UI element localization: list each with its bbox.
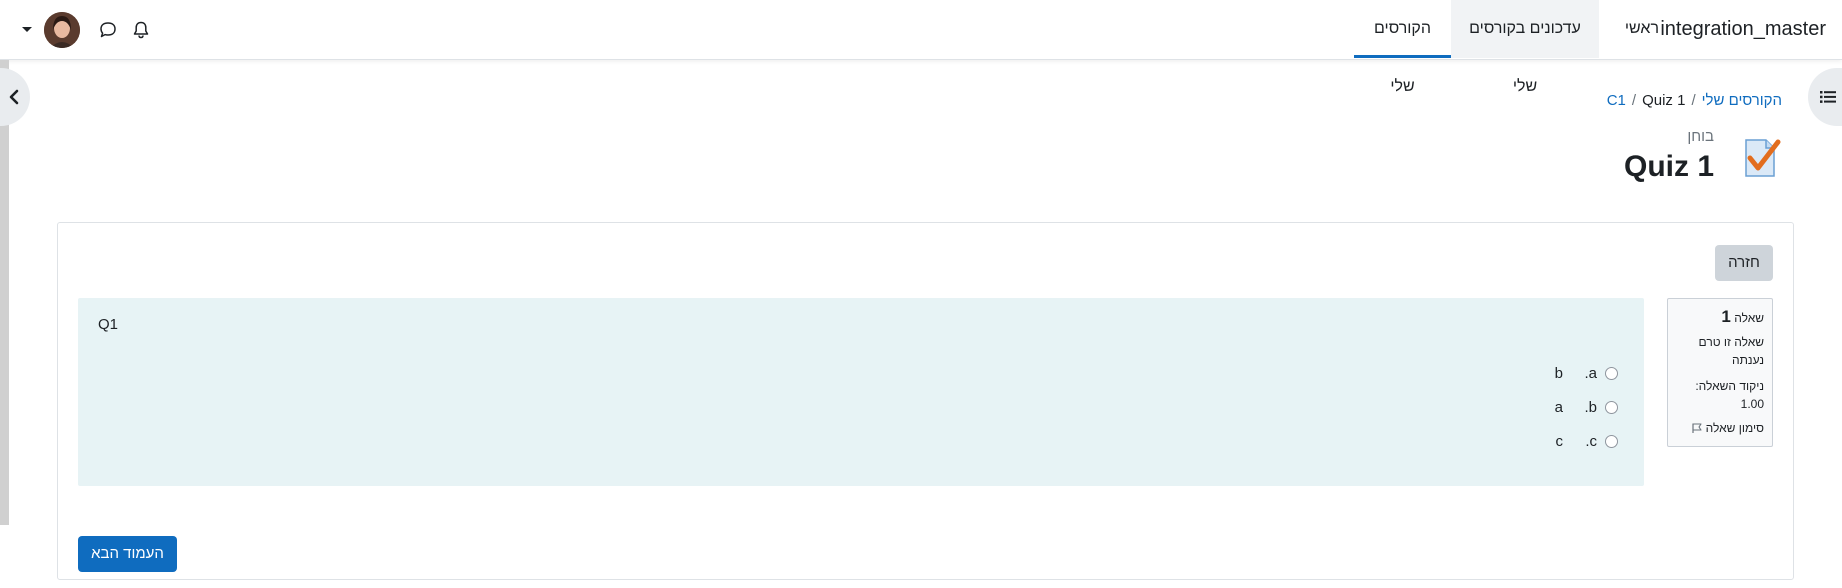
answer-text[interactable]: c — [1556, 433, 1564, 450]
answer-letter: b. — [1584, 398, 1597, 416]
open-course-index-button[interactable] — [1808, 68, 1842, 126]
question-grade-label: ניקוד השאלה: — [1695, 379, 1764, 393]
quiz-icon — [1745, 139, 1781, 177]
chevron-left-icon — [9, 89, 19, 105]
avatar[interactable] — [44, 12, 80, 48]
question-grade: ניקוד השאלה: 1.00 — [1676, 377, 1764, 413]
site-name[interactable]: integration_master — [1660, 0, 1826, 58]
answer-text[interactable]: a — [1555, 399, 1563, 416]
open-block-drawer-button[interactable] — [0, 68, 30, 126]
nav-my-courses[interactable]: הקורסים שלי — [1354, 0, 1451, 95]
question-number-label: שאלה — [1734, 311, 1764, 325]
answer-option[interactable]: b. a — [1555, 397, 1618, 417]
breadcrumb-current: Quiz 1 — [1642, 92, 1686, 109]
question-number-value: 1 — [1721, 307, 1731, 326]
breadcrumb-separator: / — [1631, 92, 1637, 109]
page-title: Quiz 1 — [1623, 150, 1714, 183]
bell-icon[interactable] — [131, 20, 151, 40]
flag-question-toggle[interactable]: סימון שאלה — [1676, 421, 1764, 435]
return-button[interactable]: חזרה — [1715, 245, 1773, 281]
flag-question-label[interactable]: סימון שאלה — [1706, 421, 1764, 435]
messages-icon[interactable] — [98, 20, 118, 40]
question-number: שאלה 1 — [1676, 307, 1764, 327]
breadcrumb-course[interactable]: C1 — [1607, 92, 1626, 109]
flag-icon[interactable] — [1691, 422, 1703, 434]
left-scroll-strip — [0, 60, 9, 525]
list-icon — [1820, 91, 1836, 103]
breadcrumb-separator: / — [1691, 92, 1696, 109]
active-nav-indicator — [1354, 55, 1451, 58]
question-formulation: Q1 a. b b. a c. c — [78, 298, 1644, 486]
next-page-button[interactable]: העמוד הבא — [78, 536, 177, 572]
answer-option[interactable]: a. b — [1555, 363, 1618, 383]
answer-letter: c. — [1585, 432, 1597, 450]
question-grade-value: 1.00 — [1740, 397, 1764, 411]
answer-radio[interactable] — [1605, 366, 1618, 380]
quiz-attempt-card: חזרה שאלה 1 שאלה זו טרם נענתה ניקוד השאל… — [57, 222, 1794, 580]
chevron-down-icon[interactable] — [22, 27, 32, 32]
breadcrumb: הקורסים שלי / C1 / Quiz 1 — [1607, 92, 1782, 109]
top-navbar: integration_master ראשי עדכונים בקורסים … — [0, 0, 1842, 95]
answer-radio[interactable] — [1605, 434, 1618, 448]
answer-letter: a. — [1584, 364, 1597, 382]
answer-radio[interactable] — [1605, 400, 1618, 414]
question-info-panel: שאלה 1 שאלה זו טרם נענתה ניקוד השאלה: 1.… — [1667, 298, 1773, 447]
module-type-label: בוחן — [1687, 128, 1714, 145]
question-state: שאלה זו טרם נענתה — [1698, 335, 1764, 367]
nav-home[interactable]: ראשי — [1616, 0, 1668, 58]
question-text: Q1 — [98, 316, 119, 333]
nav-course-updates[interactable]: עדכונים בקורסים שלי — [1451, 0, 1599, 95]
answer-option[interactable]: c. c — [1556, 431, 1618, 451]
breadcrumb-my-courses[interactable]: הקורסים שלי — [1702, 92, 1782, 109]
answer-text[interactable]: b — [1555, 365, 1563, 382]
